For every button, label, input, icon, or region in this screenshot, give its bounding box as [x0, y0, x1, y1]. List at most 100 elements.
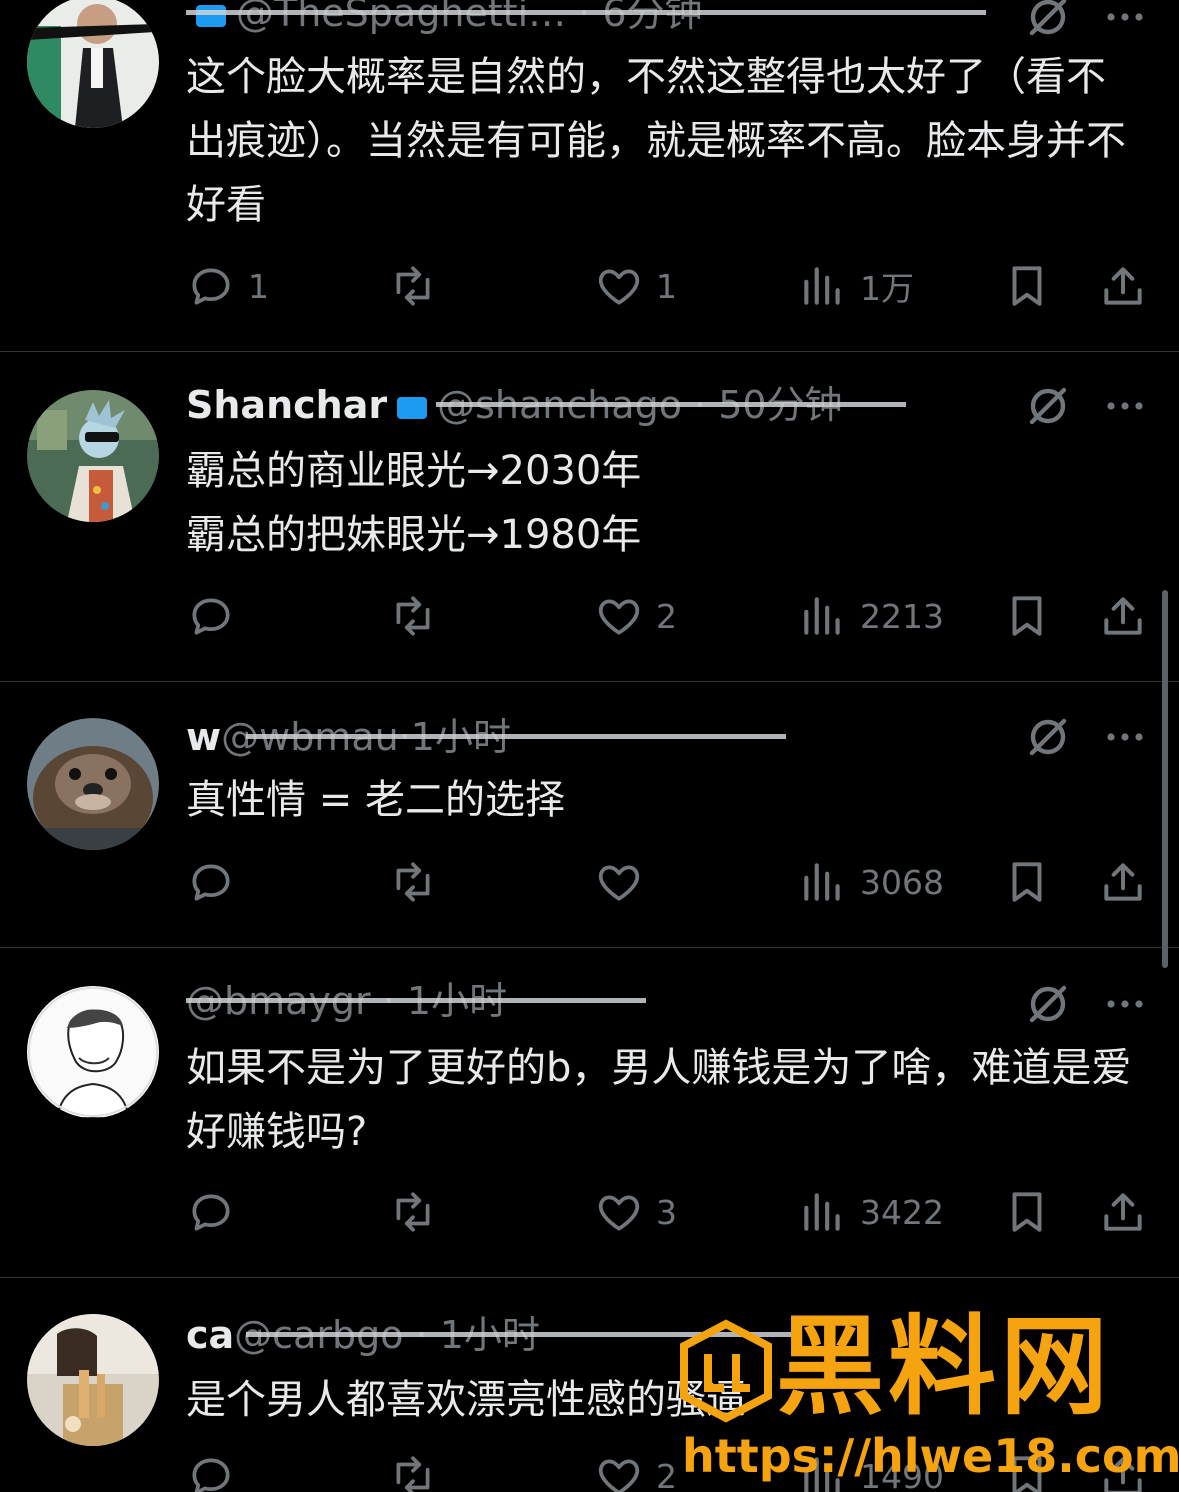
watermark: 黑料网 https://hlwe18.com	[676, 1305, 1179, 1492]
reply-button[interactable]	[186, 586, 248, 646]
redaction-scribble	[246, 734, 786, 739]
share-icon	[1098, 261, 1148, 311]
views-icon	[798, 261, 848, 311]
reply-icon	[186, 261, 236, 311]
like-button[interactable]: 3	[594, 1182, 677, 1242]
views-count: 1万	[860, 269, 914, 308]
more-icon[interactable]	[1101, 0, 1149, 41]
more-icon[interactable]	[1101, 713, 1149, 761]
retweet-icon	[388, 857, 438, 907]
grok-icon[interactable]	[1024, 0, 1072, 41]
share-icon	[1098, 1187, 1148, 1237]
post-3[interactable]: w@wbmau·1小时 真性情 = 老二的选择 3068	[0, 682, 1179, 947]
avatar[interactable]	[27, 0, 159, 128]
retweet-icon	[388, 261, 438, 311]
reply-icon	[186, 857, 236, 907]
bookmark-button[interactable]	[1002, 852, 1052, 912]
reply-icon	[186, 1187, 236, 1237]
like-button[interactable]	[594, 852, 656, 912]
watermark-url: https://hlwe18.com	[682, 1429, 1179, 1483]
share-icon	[1098, 591, 1148, 641]
retweet-button[interactable]	[388, 586, 450, 646]
like-icon	[594, 1187, 644, 1237]
verified-badge-icon	[397, 396, 428, 419]
bookmark-button[interactable]	[1002, 1182, 1052, 1242]
bookmark-button[interactable]	[1002, 586, 1052, 646]
post-4[interactable]: @bmaygr · 1小时 如果不是为了更好的b，男人赚钱是为了啥，难道是爱好赚…	[0, 948, 1179, 1277]
retweet-icon	[388, 1187, 438, 1237]
post-2[interactable]: Shanchar @shanchago · 50分钟 霸总的商业眼光→2030年 …	[0, 352, 1179, 681]
avatar[interactable]	[27, 390, 159, 522]
views-count: 3422	[860, 1192, 944, 1232]
like-button[interactable]: 1	[594, 256, 677, 316]
bookmark-button[interactable]	[1002, 256, 1052, 316]
like-button[interactable]: 2	[594, 586, 677, 646]
post-text: 真性情 = 老二的选择	[186, 777, 565, 823]
avatar[interactable]	[27, 1314, 159, 1446]
avatar[interactable]	[27, 718, 159, 850]
views-icon	[798, 591, 848, 641]
share-button[interactable]	[1098, 852, 1148, 912]
views-icon	[798, 857, 848, 907]
redaction-scribble	[186, 998, 646, 1003]
bookmark-icon	[1002, 1187, 1052, 1237]
watermark-logo-icon	[680, 1319, 772, 1423]
post-header: @TheSpaghetti… · 6分钟	[186, 0, 986, 38]
views-count: 2213	[860, 596, 944, 636]
retweet-icon	[388, 1451, 438, 1492]
grok-icon[interactable]	[1024, 382, 1072, 430]
post-text: 霸总的商业眼光→2030年 霸总的把妹眼光→1980年	[186, 448, 642, 558]
like-icon	[594, 1451, 644, 1492]
post-header: @bmaygr · 1小时	[186, 976, 646, 1026]
retweet-button[interactable]	[388, 256, 450, 316]
post-text: 这个脸大概率是自然的，不然这整得也太好了（看不出痕迹）。当然是有可能，就是概率不…	[186, 54, 1126, 228]
like-icon	[594, 857, 644, 907]
author-name: Shanchar	[186, 383, 388, 427]
post-1[interactable]: @TheSpaghetti… · 6分钟 这个脸大概率是自然的，不然这整得也太好…	[0, 0, 1179, 351]
like-count: 2	[656, 1456, 677, 1492]
share-icon	[1098, 857, 1148, 907]
like-count: 2	[656, 596, 677, 636]
author-name: ca	[186, 1313, 235, 1357]
views-icon	[798, 1187, 848, 1237]
bookmark-icon	[1002, 591, 1052, 641]
redaction-scribble	[186, 10, 986, 15]
grok-icon[interactable]	[1024, 713, 1072, 761]
retweet-button[interactable]	[388, 1446, 450, 1492]
like-icon	[594, 591, 644, 641]
reply-button[interactable]	[186, 852, 248, 912]
reply-feed: @TheSpaghetti… · 6分钟 这个脸大概率是自然的，不然这整得也太好…	[0, 0, 1179, 1492]
bookmark-icon	[1002, 857, 1052, 907]
post-text: 如果不是为了更好的b，男人赚钱是为了啥，难道是爱好赚钱吗?	[186, 1045, 1132, 1155]
like-button[interactable]: 2	[594, 1446, 677, 1492]
reply-button[interactable]	[186, 1446, 248, 1492]
share-button[interactable]	[1098, 1182, 1148, 1242]
author-name: w	[186, 715, 222, 759]
reply-button[interactable]	[186, 1182, 248, 1242]
views-button[interactable]: 2213	[798, 586, 944, 646]
views-button[interactable]: 3422	[798, 1182, 944, 1242]
more-icon[interactable]	[1101, 382, 1149, 430]
share-button[interactable]	[1098, 586, 1148, 646]
like-count: 3	[656, 1192, 677, 1232]
retweet-icon	[388, 591, 438, 641]
bookmark-icon	[1002, 261, 1052, 311]
action-bar: 3 3422	[0, 1182, 1179, 1242]
more-icon[interactable]	[1101, 980, 1149, 1028]
verified-badge-icon	[196, 4, 226, 27]
reply-button[interactable]: 1	[186, 256, 269, 316]
scrollbar[interactable]	[1162, 590, 1168, 968]
reply-icon	[186, 1451, 236, 1492]
share-button[interactable]	[1098, 256, 1148, 316]
like-icon	[594, 261, 644, 311]
action-bar: 2 2213	[0, 586, 1179, 646]
avatar[interactable]	[27, 986, 159, 1118]
views-button[interactable]: 1万	[798, 256, 914, 316]
retweet-button[interactable]	[388, 1182, 450, 1242]
retweet-button[interactable]	[388, 852, 450, 912]
action-bar: 3068	[0, 852, 1179, 912]
watermark-title: 黑料网	[776, 1305, 1113, 1430]
views-button[interactable]: 3068	[798, 852, 944, 912]
redaction-scribble	[436, 402, 906, 407]
grok-icon[interactable]	[1024, 980, 1072, 1028]
